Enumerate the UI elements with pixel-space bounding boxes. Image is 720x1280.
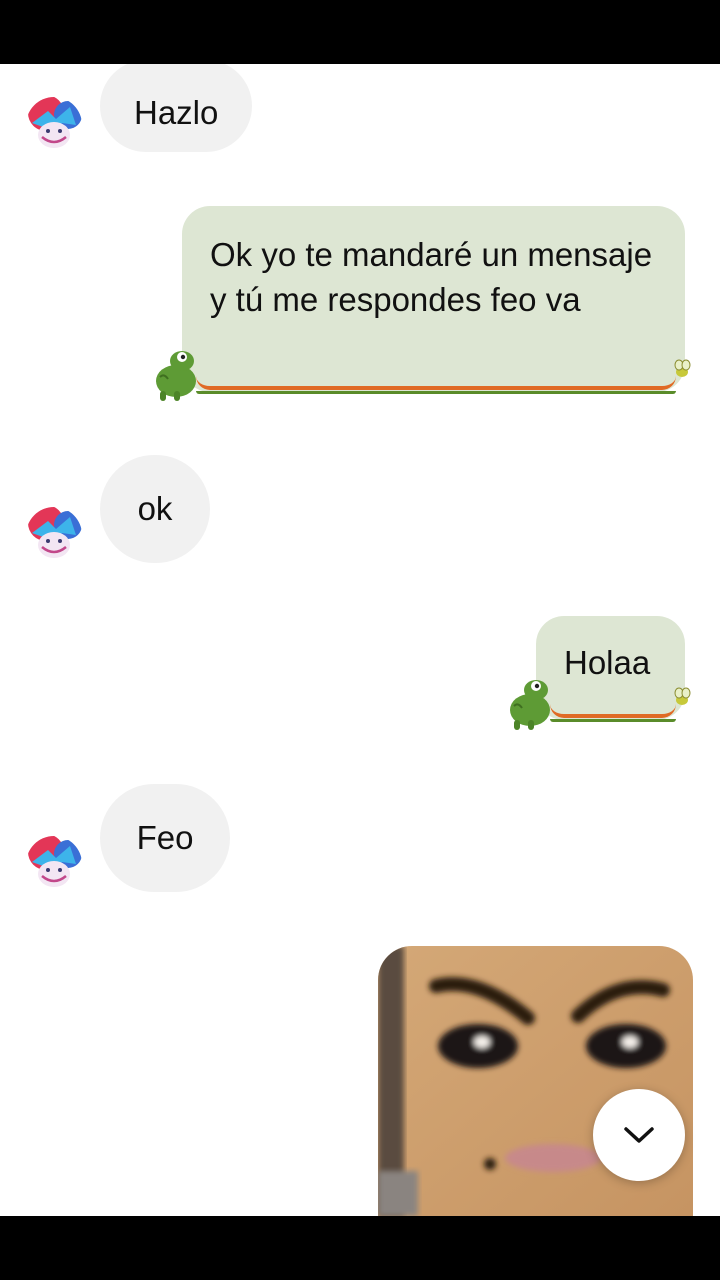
cartoon-avatar-icon (26, 507, 82, 563)
incoming-message-bubble[interactable]: ok (100, 455, 210, 563)
fly-icon (674, 359, 691, 377)
cartoon-avatar-icon (26, 836, 82, 892)
scroll-to-bottom-button[interactable] (593, 1089, 685, 1181)
frog-sticker-icon (510, 680, 550, 730)
contact-avatar[interactable] (26, 836, 82, 892)
outgoing-message-bubble[interactable]: Ok yo te mandaré un mensaje y tú me resp… (182, 206, 685, 392)
contact-avatar[interactable] (26, 507, 82, 563)
cartoon-avatar-icon (26, 97, 82, 153)
status-bar (0, 0, 720, 64)
navigation-bar (0, 1216, 720, 1280)
fly-icon (674, 687, 691, 705)
message-text: Ok yo te mandaré un mensaje y tú me resp… (210, 236, 653, 318)
frog-tongue-decoration (196, 370, 676, 394)
frog-sticker-icon (156, 351, 196, 401)
message-text: Hazlo (134, 94, 219, 131)
chat-thread[interactable]: Hazlo Ok yo te mandaré un mensaje y tú m… (0, 64, 720, 1216)
contact-avatar[interactable] (26, 97, 82, 153)
incoming-message-bubble[interactable]: Hazlo (100, 64, 253, 152)
message-text: ok (137, 490, 173, 527)
chevron-down-icon (624, 1127, 654, 1143)
frog-tongue-decoration (550, 698, 676, 722)
message-text: Feo (136, 819, 194, 856)
incoming-message-bubble[interactable]: Feo (100, 784, 230, 892)
message-text: Holaa (564, 644, 651, 681)
